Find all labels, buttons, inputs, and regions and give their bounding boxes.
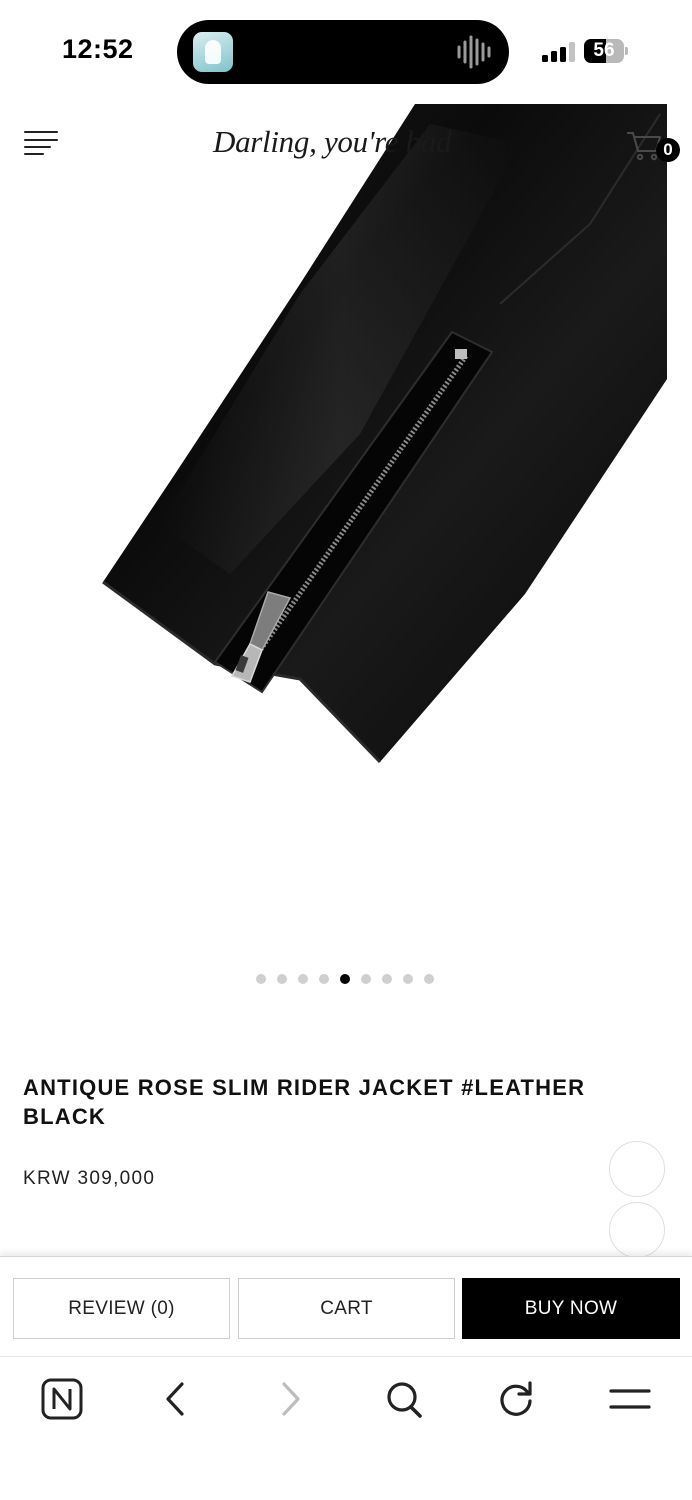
status-time: 12:52 (62, 34, 134, 64)
hamburger-menu-icon[interactable] (22, 128, 60, 158)
carousel-indicator (256, 974, 434, 986)
carousel-dot[interactable] (382, 974, 392, 984)
back-arrow-icon[interactable] (152, 1377, 200, 1421)
product-price: KRW 309,000 (23, 1168, 156, 1189)
buy-now-button[interactable]: BUY NOW (462, 1278, 680, 1339)
cellular-signal-icon (542, 42, 575, 62)
forward-arrow-icon[interactable] (266, 1377, 314, 1421)
cart-count-badge[interactable]: 0 (656, 138, 680, 162)
product-title: ANTIQUE ROSE SLIM RIDER JACKET #LEATHER … (23, 1075, 586, 1129)
carousel-dot[interactable] (277, 974, 287, 984)
carousel-dot[interactable] (319, 974, 329, 984)
floating-button-bottom[interactable] (609, 1202, 665, 1258)
action-bar: REVIEW (0) CART BUY NOW (0, 1256, 692, 1356)
refresh-icon[interactable] (492, 1377, 540, 1421)
carousel-dot[interactable] (424, 974, 434, 984)
brand-logo[interactable]: Darling, you're bad (213, 124, 452, 160)
browser-toolbar (0, 1356, 692, 1500)
status-bar: 12:52 56 (0, 0, 692, 100)
review-button[interactable]: REVIEW (0) (13, 1278, 230, 1339)
audio-waveform-icon (457, 35, 491, 69)
add-to-cart-button[interactable]: CART (238, 1278, 455, 1339)
carousel-dot[interactable] (361, 974, 371, 984)
product-image[interactable] (0, 104, 692, 924)
battery-icon: 56 (584, 39, 628, 63)
app-activity-icon[interactable] (193, 32, 233, 72)
floating-button-top[interactable] (609, 1141, 665, 1197)
carousel-dot[interactable] (256, 974, 266, 984)
naver-home-icon[interactable] (38, 1377, 86, 1421)
battery-level: 56 (593, 40, 615, 61)
carousel-dot[interactable] (340, 974, 350, 984)
menu-icon[interactable] (606, 1377, 654, 1421)
carousel-dot[interactable] (403, 974, 413, 984)
search-icon[interactable] (380, 1377, 428, 1421)
dynamic-island[interactable] (177, 20, 509, 84)
carousel-dot[interactable] (298, 974, 308, 984)
